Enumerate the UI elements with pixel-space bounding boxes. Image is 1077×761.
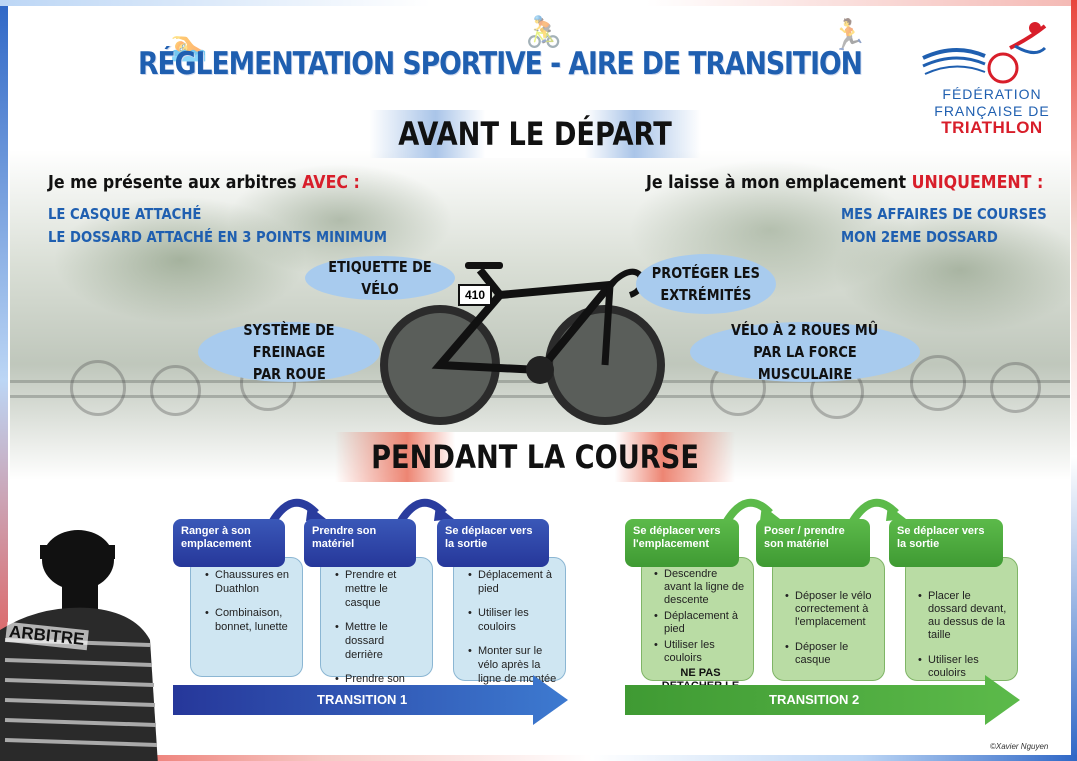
bubble-etiquette: ETIQUETTE DE VÉLO <box>305 256 455 300</box>
t1-step-3-title: Se déplacer vers la sortie <box>437 519 549 567</box>
section-heading-pendant: PENDANT LA COURSE <box>335 432 735 482</box>
logo-line-1: FÉDÉRATION <box>942 86 1042 102</box>
background-wheel <box>910 355 966 411</box>
t1-step-1-body: Chaussures en Duathlon Combinaison, bonn… <box>190 557 303 677</box>
background-wheel <box>990 362 1041 413</box>
bubble-proteger: PROTÉGER LES EXTRÉMITÉS <box>636 254 776 314</box>
logo-line-3: TRIATHLON <box>941 118 1043 137</box>
poster: 🏊 🚴 🏃 RÉGLEMENTATION SPORTIVE - AIRE DE … <box>0 0 1077 761</box>
ffTri-logo: FÉDÉRATION FRANÇAISE DE TRIATHLON <box>915 18 1055 138</box>
list-item: Déplacement à pied <box>468 568 557 596</box>
cyclist-icon: 🚴 <box>525 16 563 49</box>
frame-top <box>0 0 1077 6</box>
transition-2-label: TRANSITION 2 <box>769 692 860 707</box>
list-item: Chaussures en Duathlon <box>205 568 294 596</box>
list-item: Placer le dossard devant, au dessus de l… <box>918 590 1011 642</box>
list-item: Combinaison, bonnet, lunette <box>205 606 294 634</box>
bubble-etiquette-text: ETIQUETTE DE VÉLO <box>328 258 432 298</box>
t1-step-1-title: Ranger à son emplacement <box>173 519 285 567</box>
left-intro-red: AVEC : <box>302 172 360 193</box>
t1-step-2-body: Prendre et mettre le casque Mettre le do… <box>320 557 433 699</box>
bubble-velo-line2: PAR LA FORCE MUSCULAIRE <box>753 343 857 383</box>
list-item: Descendre avant la ligne de descente <box>654 568 747 607</box>
list-item: Prendre et mettre le casque <box>335 568 424 610</box>
list-item: Déposer le vélo correctement à l'emplace… <box>785 590 878 629</box>
right-item: MON 2EME DOSSARD <box>841 228 998 246</box>
background-wheel <box>150 365 201 416</box>
list-item: Utiliser les couloirs <box>654 639 747 665</box>
bubble-proteger-line1: PROTÉGER LES <box>651 264 761 282</box>
page-title: RÉGLEMENTATION SPORTIVE - AIRE DE TRANSI… <box>138 46 863 82</box>
right-intro: Je laisse à mon emplacement UNIQUEMENT : <box>646 172 1043 193</box>
section-heading-avant: AVANT LE DÉPART <box>369 110 701 158</box>
list-item: Mettre le dossard derrière <box>335 620 424 662</box>
bubble-freinage: SYSTÈME DE FREINAGE PAR ROUE <box>198 321 380 383</box>
right-intro-red: UNIQUEMENT : <box>911 172 1044 193</box>
left-item: LE DOSSARD ATTACHÉ EN 3 POINTS MINIMUM <box>48 228 387 246</box>
left-item: LE CASQUE ATTACHÉ <box>48 205 202 223</box>
list-item: Utiliser les couloirs <box>468 606 557 634</box>
triathlon-logo-icon <box>922 22 1047 84</box>
frame-right <box>1071 0 1077 761</box>
left-intro-text: Je me présente aux arbitres <box>48 172 303 193</box>
bubble-velo: VÉLO À 2 ROUES MÛ PAR LA FORCE MUSCULAIR… <box>690 321 920 383</box>
t2-step-2-body: Déposer le vélo correctement à l'emplace… <box>772 557 885 681</box>
t1-step-3-body: Déplacement à pied Utiliser les couloirs… <box>453 557 566 685</box>
bubble-freinage-line2: PAR ROUE <box>252 365 326 383</box>
t2-step-1-title: Se déplacer vers l'emplacement <box>625 519 739 567</box>
bubble-freinage-line1: SYSTÈME DE FREINAGE <box>243 321 335 361</box>
right-intro-text: Je laisse à mon emplacement <box>646 172 912 193</box>
logo-line-2: FRANÇAISE DE <box>934 103 1050 119</box>
transition-1-label: TRANSITION 1 <box>317 692 408 707</box>
t2-step-2-title: Poser / prendre son matériel <box>756 519 870 567</box>
left-intro: Je me présente aux arbitres AVEC : <box>48 172 360 193</box>
t2-step-1-body: Descendre avant la ligne de descente Dép… <box>641 557 754 705</box>
bubble-velo-line1: VÉLO À 2 ROUES MÛ <box>731 321 879 339</box>
t1-step-2-title: Prendre son matériel <box>304 519 416 567</box>
credit: ©Xavier Nguyen <box>990 742 1049 751</box>
list-item: Déplacement à pied <box>654 610 747 636</box>
t2-step-3-title: Se déplacer vers la sortie <box>889 519 1003 567</box>
right-item: MES AFFAIRES DE COURSES <box>841 205 1047 223</box>
list-item: Déposer le casque <box>785 641 878 667</box>
bubble-proteger-line2: EXTRÉMITÉS <box>660 286 752 304</box>
t2-step-3-body: Placer le dossard devant, au dessus de l… <box>905 557 1018 681</box>
bike-number-tag: 410 <box>458 284 492 306</box>
background-wheel <box>70 360 126 416</box>
